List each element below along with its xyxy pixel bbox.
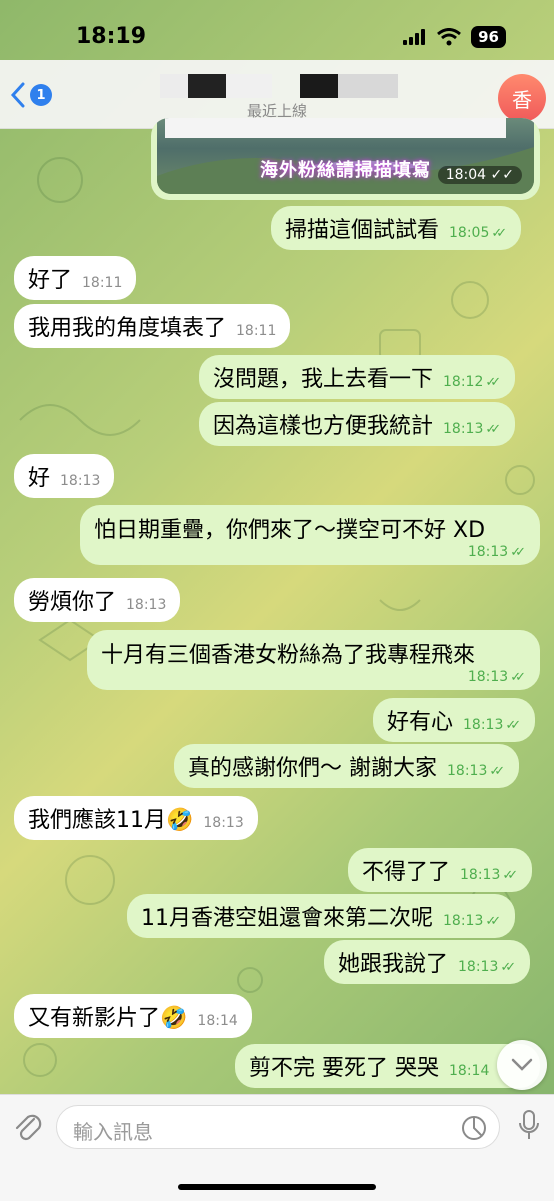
message-text: 剪不完 要死了 哭哭 [249, 1056, 439, 1081]
sticker-button[interactable] [461, 1115, 487, 1145]
message-text: 掃描這個試試看 [285, 218, 440, 243]
scroll-to-bottom-button[interactable] [497, 1040, 547, 1090]
video-thumbnail[interactable]: 海外粉絲請掃描填寫 18:04 ✓✓ [157, 118, 534, 194]
message-bubble[interactable]: 十月有三個香港女粉絲為了我專程飛來 18:13 ✓✓ [87, 630, 540, 690]
message-meta: 18:14 [449, 1063, 490, 1079]
double-check-icon: ✓✓ [485, 913, 501, 929]
message-text: 11月香港空姐還會來第二次呢 [141, 906, 433, 931]
message-bubble[interactable]: 又有新影片了🤣 18:14 [14, 994, 252, 1038]
message-text: 沒問題，我上去看一下 [213, 367, 434, 392]
message-text: 好有心 [387, 710, 454, 735]
message-meta: 18:13 ✓✓ [443, 421, 501, 437]
double-check-icon: ✓✓ [510, 544, 526, 560]
double-check-icon: ✓✓ [510, 669, 526, 685]
message-meta: 18:13 ✓✓ [460, 867, 518, 883]
message-text: 不得了了 [362, 860, 451, 885]
double-check-icon: ✓✓ [489, 763, 505, 779]
message-text: 十月有三個香港女粉絲為了我專程飛來 [101, 643, 476, 668]
message-text: 我用我的角度填表了 [28, 316, 227, 341]
message-text: 真的感謝你們～ 謝謝大家 [188, 756, 437, 781]
double-check-icon: ✓✓ [485, 421, 501, 437]
message-bubble[interactable]: 她跟我說了 18:13 ✓✓ [324, 940, 531, 984]
message-bubble[interactable]: 剪不完 要死了 哭哭 18:14 [235, 1044, 540, 1088]
avatar[interactable]: 香 [498, 74, 546, 122]
message-bubble[interactable]: 怕日期重疊，你們來了～撲空可不好 XD 18:13 ✓✓ [80, 505, 540, 565]
message-time: 18:14 [197, 1013, 238, 1029]
message-meta: 18:13 ✓✓ [443, 913, 501, 929]
message-bubble[interactable]: 真的感謝你們～ 謝謝大家 18:13 ✓✓ [174, 744, 520, 788]
double-check-icon: ✓✓ [505, 717, 521, 733]
media-message[interactable]: 海外粉絲請掃描填寫 18:04 ✓✓ [151, 118, 540, 200]
status-icons: 96 [403, 26, 506, 48]
wifi-icon [437, 28, 462, 46]
message-meta: 18:13 ✓✓ [467, 669, 526, 685]
double-check-icon: ✓✓ [500, 959, 516, 975]
message-text: 我們應該11月🤣 [28, 808, 194, 833]
contact-name-redacted[interactable] [160, 74, 400, 98]
chevron-down-icon [511, 1058, 533, 1071]
message-meta: 18:13 ✓✓ [467, 544, 526, 560]
message-bubble[interactable]: 勞煩你了 18:13 [14, 578, 181, 622]
message-time: 18:13 [126, 597, 167, 613]
message-bubble[interactable]: 我們應該11月🤣 18:13 [14, 796, 258, 840]
message-meta: 18:12 ✓✓ [443, 374, 501, 390]
double-check-icon: ✓✓ [485, 374, 501, 390]
media-timestamp: 18:04 ✓✓ [437, 166, 522, 184]
double-check-icon: ✓✓ [502, 867, 518, 883]
message-meta: 18:05 ✓✓ [449, 225, 507, 241]
message-meta: 18:13 ✓✓ [458, 959, 516, 975]
mic-icon [519, 1110, 539, 1139]
message-bubble[interactable]: 沒問題，我上去看一下 18:12 ✓✓ [199, 355, 516, 399]
message-text: 勞煩你了 [28, 590, 117, 615]
message-time: 18:11 [236, 323, 277, 339]
message-text: 又有新影片了🤣 [28, 1006, 188, 1031]
message-time: 18:13 [60, 473, 101, 489]
message-bubble[interactable]: 我用我的角度填表了 18:11 [14, 304, 291, 348]
message-bubble[interactable]: 11月香港空姐還會來第二次呢 18:13 ✓✓ [127, 894, 516, 938]
message-text: 因為這樣也方便我統計 [213, 414, 434, 439]
sticker-icon [462, 1116, 486, 1140]
message-bubble[interactable]: 不得了了 18:13 ✓✓ [348, 848, 533, 892]
message-bubble[interactable]: 因為這樣也方便我統計 18:13 ✓✓ [199, 402, 516, 446]
status-time: 18:19 [76, 24, 147, 49]
message-text: 好 [28, 466, 51, 491]
signal-icon [403, 29, 426, 45]
message-meta: 18:13 ✓✓ [463, 717, 521, 733]
message-bubble[interactable]: 掃描這個試試看 18:05 ✓✓ [271, 206, 522, 250]
voice-record-button[interactable] [518, 1109, 540, 1145]
home-indicator [178, 1184, 376, 1190]
battery-icon: 96 [471, 26, 506, 48]
message-bubble[interactable]: 好 18:13 [14, 454, 115, 498]
message-time: 18:13 [203, 815, 244, 831]
paperclip-icon [15, 1114, 42, 1141]
message-bubble[interactable]: 好了 18:11 [14, 256, 137, 300]
message-text: 好了 [28, 268, 73, 293]
message-input-placeholder: 輸入訊息 [73, 1120, 153, 1144]
message-meta: 18:13 ✓✓ [447, 763, 505, 779]
message-time: 18:11 [82, 275, 123, 291]
message-bubble[interactable]: 好有心 18:13 ✓✓ [373, 698, 536, 742]
attach-button[interactable] [12, 1109, 42, 1147]
message-input[interactable]: 輸入訊息 [56, 1105, 500, 1149]
message-text: 怕日期重疊，你們來了～撲空可不好 XD [94, 518, 486, 543]
double-check-icon: ✓✓ [491, 225, 507, 241]
message-text: 她跟我說了 [338, 952, 449, 977]
